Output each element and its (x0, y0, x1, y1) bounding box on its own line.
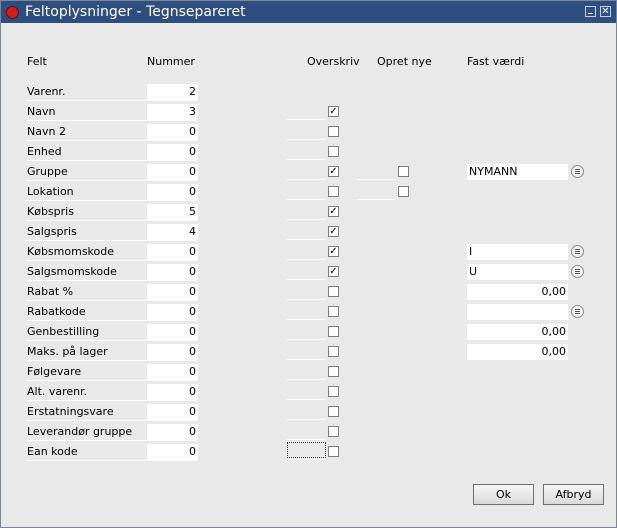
overskriv-checkbox[interactable]: ✓ (328, 246, 339, 257)
list-lookup-icon[interactable] (571, 245, 584, 258)
window-title: Feltoplysninger - Tegnsepareret (25, 4, 246, 20)
list-lookup-icon[interactable] (571, 305, 584, 318)
fast-vaerdi-field[interactable]: NYMANN (467, 164, 568, 180)
overskriv-line (287, 119, 326, 120)
minimize-icon[interactable] (585, 6, 596, 17)
fast-vaerdi-field[interactable]: U (467, 264, 568, 280)
nummer-field[interactable]: 0 (147, 364, 198, 380)
opret-nye-line (357, 179, 396, 180)
opret-nye-checkbox[interactable] (398, 166, 409, 177)
overskriv-line (287, 259, 326, 260)
fast-vaerdi-field[interactable] (467, 304, 568, 320)
overskriv-line (287, 299, 326, 300)
nummer-field[interactable]: 4 (147, 224, 198, 240)
header-felt: Felt (27, 55, 47, 68)
overskriv-line (287, 279, 326, 280)
focus-indicator (287, 442, 326, 458)
nummer-field[interactable]: 0 (147, 184, 198, 200)
app-icon (6, 6, 19, 19)
nummer-field[interactable]: 5 (147, 204, 198, 220)
overskriv-checkbox[interactable] (328, 326, 339, 337)
nummer-field[interactable]: 0 (147, 264, 198, 280)
overskriv-line (287, 319, 326, 320)
nummer-field[interactable]: 0 (147, 344, 198, 360)
nummer-field[interactable]: 2 (147, 84, 198, 100)
nummer-field[interactable]: 0 (147, 304, 198, 320)
overskriv-checkbox[interactable] (328, 146, 339, 157)
opret-nye-checkbox[interactable] (398, 186, 409, 197)
nummer-field[interactable]: 0 (147, 164, 198, 180)
overskriv-line (287, 239, 326, 240)
overskriv-line (287, 419, 326, 420)
overskriv-checkbox[interactable] (328, 126, 339, 137)
overskriv-checkbox[interactable]: ✓ (328, 226, 339, 237)
nummer-field[interactable]: 0 (147, 124, 198, 140)
overskriv-line (287, 459, 326, 460)
opret-nye-line (357, 199, 396, 200)
overskriv-line (287, 339, 326, 340)
close-icon[interactable]: ✕ (600, 6, 611, 17)
fast-vaerdi-field[interactable]: 0,00 (467, 344, 568, 360)
nummer-field[interactable]: 0 (147, 424, 198, 440)
fast-vaerdi-field[interactable]: 0,00 (467, 324, 568, 340)
overskriv-checkbox[interactable]: ✓ (328, 266, 339, 277)
nummer-field[interactable]: 0 (147, 444, 198, 460)
overskriv-checkbox[interactable] (328, 286, 339, 297)
overskriv-checkbox[interactable] (328, 446, 339, 457)
overskriv-line (287, 219, 326, 220)
overskriv-checkbox[interactable] (328, 346, 339, 357)
header-nummer: Nummer (147, 55, 195, 68)
overskriv-line (287, 179, 326, 180)
overskriv-line (287, 399, 326, 400)
list-lookup-icon[interactable] (571, 165, 584, 178)
overskriv-line (287, 379, 326, 380)
fast-vaerdi-field[interactable]: 0,00 (467, 284, 568, 300)
overskriv-line (287, 139, 326, 140)
nummer-field[interactable]: 0 (147, 384, 198, 400)
nummer-field[interactable]: 3 (147, 104, 198, 120)
overskriv-checkbox[interactable] (328, 426, 339, 437)
overskriv-checkbox[interactable] (328, 386, 339, 397)
overskriv-checkbox[interactable]: ✓ (328, 206, 339, 217)
overskriv-checkbox[interactable] (328, 406, 339, 417)
overskriv-line (287, 359, 326, 360)
overskriv-line (287, 199, 326, 200)
overskriv-checkbox[interactable] (328, 306, 339, 317)
overskriv-line (287, 439, 326, 440)
overskriv-checkbox[interactable]: ✓ (328, 166, 339, 177)
overskriv-checkbox[interactable] (328, 186, 339, 197)
overskriv-checkbox[interactable] (328, 366, 339, 377)
nummer-field[interactable]: 0 (147, 324, 198, 340)
dialog-window: Feltoplysninger - Tegnsepareret ✕ Felt N… (0, 0, 617, 528)
header-fast-vaerdi: Fast værdi (467, 55, 525, 68)
fast-vaerdi-field[interactable]: I (467, 244, 568, 260)
nummer-field[interactable]: 0 (147, 284, 198, 300)
overskriv-checkbox[interactable]: ✓ (328, 106, 339, 117)
nummer-field[interactable]: 0 (147, 404, 198, 420)
header-opret-nye: Opret nye (377, 55, 432, 68)
header-overskriv: Overskriv (307, 55, 360, 68)
list-lookup-icon[interactable] (571, 265, 584, 278)
nummer-field[interactable]: 0 (147, 144, 198, 160)
title-bar[interactable]: Feltoplysninger - Tegnsepareret ✕ (1, 1, 616, 23)
ok-button[interactable]: Ok (473, 484, 534, 505)
nummer-field[interactable]: 0 (147, 244, 198, 260)
overskriv-line (287, 159, 326, 160)
cancel-button[interactable]: Afbryd (543, 484, 604, 505)
